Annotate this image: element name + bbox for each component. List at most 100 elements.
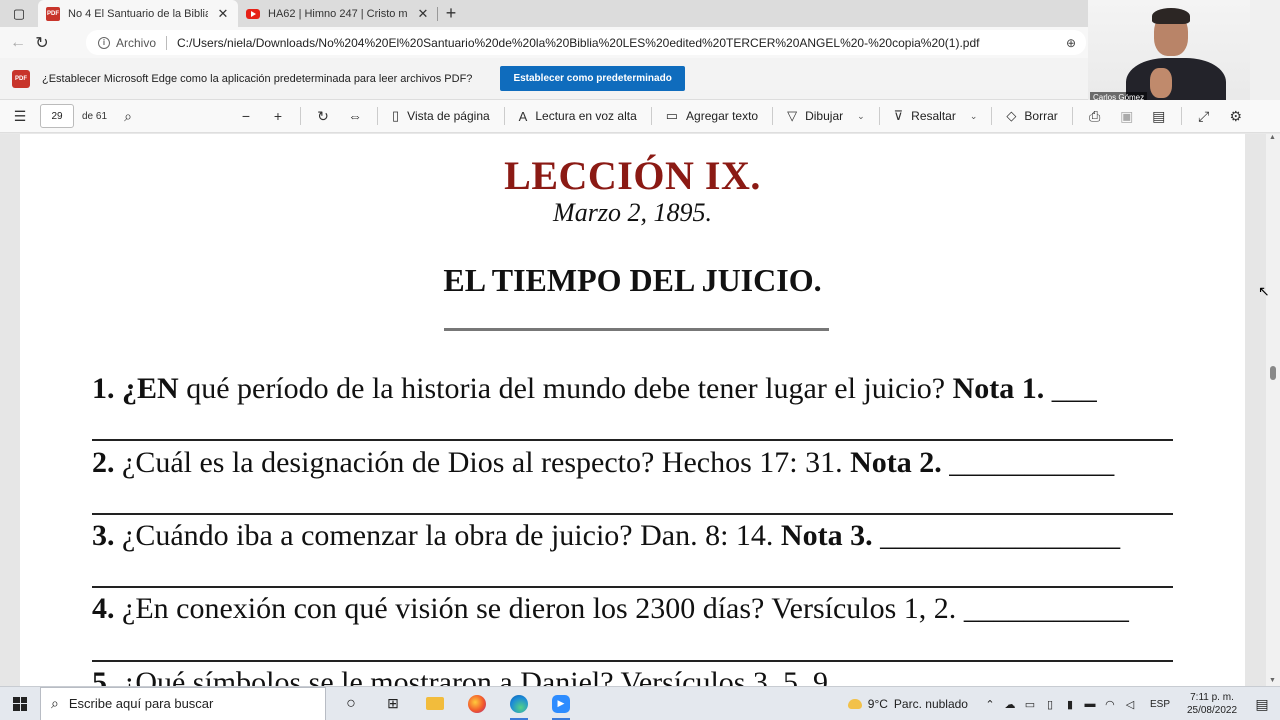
divider (166, 35, 168, 50)
cortana-button[interactable]: ○ (330, 687, 372, 720)
page-number-input[interactable]: 29 (40, 104, 74, 128)
refresh-icon: ↻ (35, 34, 49, 52)
chevron-down-icon[interactable]: ⌄ (970, 111, 978, 122)
contents-button[interactable]: ☰ (4, 100, 36, 133)
pdf-viewer[interactable]: LECCIÓN IX. Marzo 2, 1895. EL TIEMPO DEL… (0, 134, 1280, 686)
settings-button[interactable]: ⚙ (1220, 100, 1252, 133)
refresh-button[interactable]: ↻ (24, 27, 60, 58)
language-indicator[interactable]: ESP (1150, 699, 1170, 710)
save-icon: ▣ (1120, 107, 1134, 124)
fit-page-button[interactable]: ⇔ (339, 100, 371, 133)
webcam-video: Carlos Gómez (1088, 0, 1250, 104)
pdf-page: LECCIÓN IX. Marzo 2, 1895. EL TIEMPO DEL… (20, 134, 1245, 686)
question-lead: ¿EN (122, 372, 179, 405)
pdf-icon: PDF (46, 6, 60, 21)
find-button[interactable]: ⌕ (112, 100, 144, 133)
divider (878, 107, 880, 125)
start-button[interactable] (0, 687, 40, 720)
tab-pdf[interactable]: PDF No 4 El Santuario de la Biblia LES ✕ (38, 0, 238, 27)
divider (1180, 107, 1182, 125)
firefox-icon (468, 694, 486, 713)
search-icon: ⌕ (124, 107, 132, 124)
new-tab-button[interactable]: + (438, 0, 464, 27)
cloud-icon[interactable]: ☁ (1000, 698, 1020, 711)
taskbar-search[interactable]: ⌕ Escribe aquí para buscar (40, 686, 326, 720)
pdf-icon: PDF (12, 69, 30, 88)
plus-icon: + (273, 108, 283, 124)
save-button[interactable]: ▣ (1111, 100, 1143, 133)
print-button[interactable]: ⎙ (1079, 100, 1111, 133)
firefox-button[interactable] (456, 687, 498, 720)
highlight-label: Resaltar (911, 109, 956, 123)
scroll-down-icon[interactable]: ▼ (1269, 677, 1276, 684)
vertical-scrollbar[interactable]: ▲ ▼ (1266, 134, 1280, 686)
highlighter-icon: ⊽ (893, 108, 904, 123)
answer-blank: ___________ (941, 446, 1115, 479)
draw-label: Dibujar (805, 109, 844, 123)
person-hair (1152, 8, 1190, 24)
person-hand (1150, 68, 1172, 98)
clock-time: 7:11 p. m. (1190, 692, 1234, 703)
add-text-button[interactable]: ▭ Agregar texto (658, 100, 766, 133)
read-aloud-label: Lectura en voz alta (535, 109, 637, 123)
divider (991, 107, 993, 125)
fullscreen-button[interactable]: ⤢ (1188, 100, 1220, 133)
list-icon: ☰ (13, 107, 27, 124)
read-aloud-button[interactable]: A Lectura en voz alta (511, 100, 645, 133)
zoom-out-button[interactable]: − (230, 100, 262, 133)
network-icon[interactable]: ◠ (1100, 698, 1120, 711)
erase-button[interactable]: ◇ Borrar (998, 100, 1065, 133)
video-camera-icon: ▶ (552, 694, 570, 713)
file-explorer-button[interactable] (414, 687, 456, 720)
rotate-button[interactable]: ↻ (307, 100, 339, 133)
meet-now-icon[interactable]: ▭ (1020, 698, 1040, 711)
zoom-app-button[interactable]: ▶ (540, 687, 582, 720)
task-view-button[interactable]: ⊞ (372, 687, 414, 720)
highlight-button[interactable]: ⊽ Resaltar ⌄ (886, 100, 986, 133)
set-default-button[interactable]: Establecer como predeterminado (500, 66, 685, 91)
close-icon[interactable]: ✕ (216, 6, 230, 22)
zoom-icon[interactable]: ⊕ (1056, 36, 1086, 50)
tab-title: HA62 | Himno 247 | Cristo me ay (268, 7, 408, 20)
chevron-up-icon[interactable]: ⌃ (980, 698, 1000, 711)
tab-youtube[interactable]: HA62 | Himno 247 | Cristo me ay ✕ (238, 0, 438, 27)
search-placeholder: Escribe aquí para buscar (68, 696, 214, 711)
scroll-up-icon[interactable]: ▲ (1269, 134, 1276, 141)
tab-actions-button[interactable]: ▢ (0, 0, 38, 27)
question-number: 5. (92, 666, 115, 686)
draw-button[interactable]: ▽ Dibujar ⌄ (779, 100, 873, 133)
url-field[interactable]: i Archivo C:/Users/niela/Downloads/No%20… (86, 30, 1086, 55)
question-note: Nota 1. (952, 372, 1045, 405)
lesson-title: LECCIÓN IX. (504, 153, 761, 198)
answer-line (92, 513, 1173, 515)
pen-icon: ▽ (787, 108, 798, 123)
url-text[interactable]: C:/Users/niela/Downloads/No%204%20El%20S… (177, 36, 1056, 50)
edge-button[interactable] (498, 687, 540, 720)
battery-icon[interactable]: ▬ (1080, 698, 1100, 710)
notification-icon[interactable]: ▤ (1244, 696, 1280, 713)
question-text: ¿En conexión con qué visión se dieron lo… (114, 592, 964, 625)
volume-icon[interactable]: ◁ (1120, 698, 1140, 711)
partly-cloudy-icon (847, 699, 862, 709)
clock[interactable]: 7:11 p. m. 25/08/2022 (1180, 691, 1244, 717)
page-view-button[interactable]: ▯ Vista de página (384, 100, 498, 133)
pdf-toolbar: ☰ 29 de 61 ⌕ − + ↻ ⇔ ▯ Vista de página A… (0, 100, 1280, 133)
mouse-cursor-icon: ↖ (1258, 283, 1270, 299)
scroll-thumb[interactable] (1270, 366, 1276, 380)
search-icon: ⌕ (51, 695, 59, 711)
question-note: Nota 2. (850, 446, 942, 479)
eraser-icon: ◇ (1006, 108, 1017, 123)
infobar-message: ¿Establecer Microsoft Edge como la aplic… (42, 72, 473, 85)
close-icon[interactable]: ✕ (416, 6, 430, 22)
usb-icon[interactable]: ▯ (1040, 698, 1060, 711)
save-as-button[interactable]: ▤ (1143, 100, 1175, 133)
section-title: EL TIEMPO DEL JUICIO. (443, 262, 822, 298)
microphone-icon[interactable]: ▮ (1060, 698, 1080, 711)
read-aloud-icon: A (518, 108, 528, 124)
default-app-infobar: PDF ¿Establecer Microsoft Edge como la a… (0, 58, 1090, 100)
weather-widget[interactable]: 9°C Parc. nublado (847, 697, 968, 711)
chevron-down-icon[interactable]: ⌄ (857, 111, 865, 122)
zoom-in-button[interactable]: + (262, 100, 294, 133)
clock-date: 25/08/2022 (1186, 705, 1238, 716)
page-view-label: Vista de página (407, 109, 490, 123)
